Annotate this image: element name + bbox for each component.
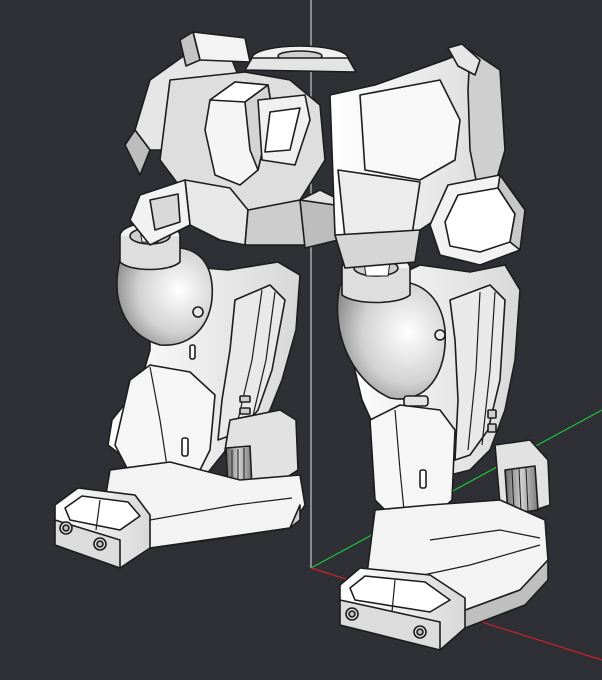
right-knee-vent xyxy=(403,395,429,407)
left-shin-slot-3 xyxy=(239,407,251,415)
right-front-shin-armor xyxy=(369,404,456,521)
left-shin-slot xyxy=(181,437,189,457)
left-leg[interactable] xyxy=(54,222,306,569)
right-shin-slot xyxy=(487,409,497,419)
left-knee-bolt xyxy=(192,306,204,318)
viewport-canvas[interactable] xyxy=(0,0,602,680)
waist-assembly[interactable] xyxy=(124,31,357,249)
right-thigh-lower-strip xyxy=(334,229,421,269)
left-hip-box xyxy=(192,31,251,63)
right-thigh-armor-ridge xyxy=(359,79,461,181)
left-shin-slot-2 xyxy=(239,395,251,403)
right-toe-bolt-2-inner xyxy=(416,628,424,636)
right-thigh-plate-front xyxy=(337,169,421,239)
left-toe-bolt-inner xyxy=(62,524,70,532)
inner-thigh-block xyxy=(299,199,339,249)
right-leg[interactable] xyxy=(329,43,551,651)
right-knee-bolt xyxy=(434,329,446,341)
left-toe-bolt-2-inner xyxy=(96,540,104,548)
right-armor-slot xyxy=(419,469,427,489)
left-knee-vent xyxy=(189,344,196,360)
right-toe-bolt-inner xyxy=(348,610,356,618)
3d-viewport[interactable] xyxy=(0,0,602,680)
right-shin-slot-2 xyxy=(487,423,497,433)
waist-top-ring xyxy=(244,57,357,73)
